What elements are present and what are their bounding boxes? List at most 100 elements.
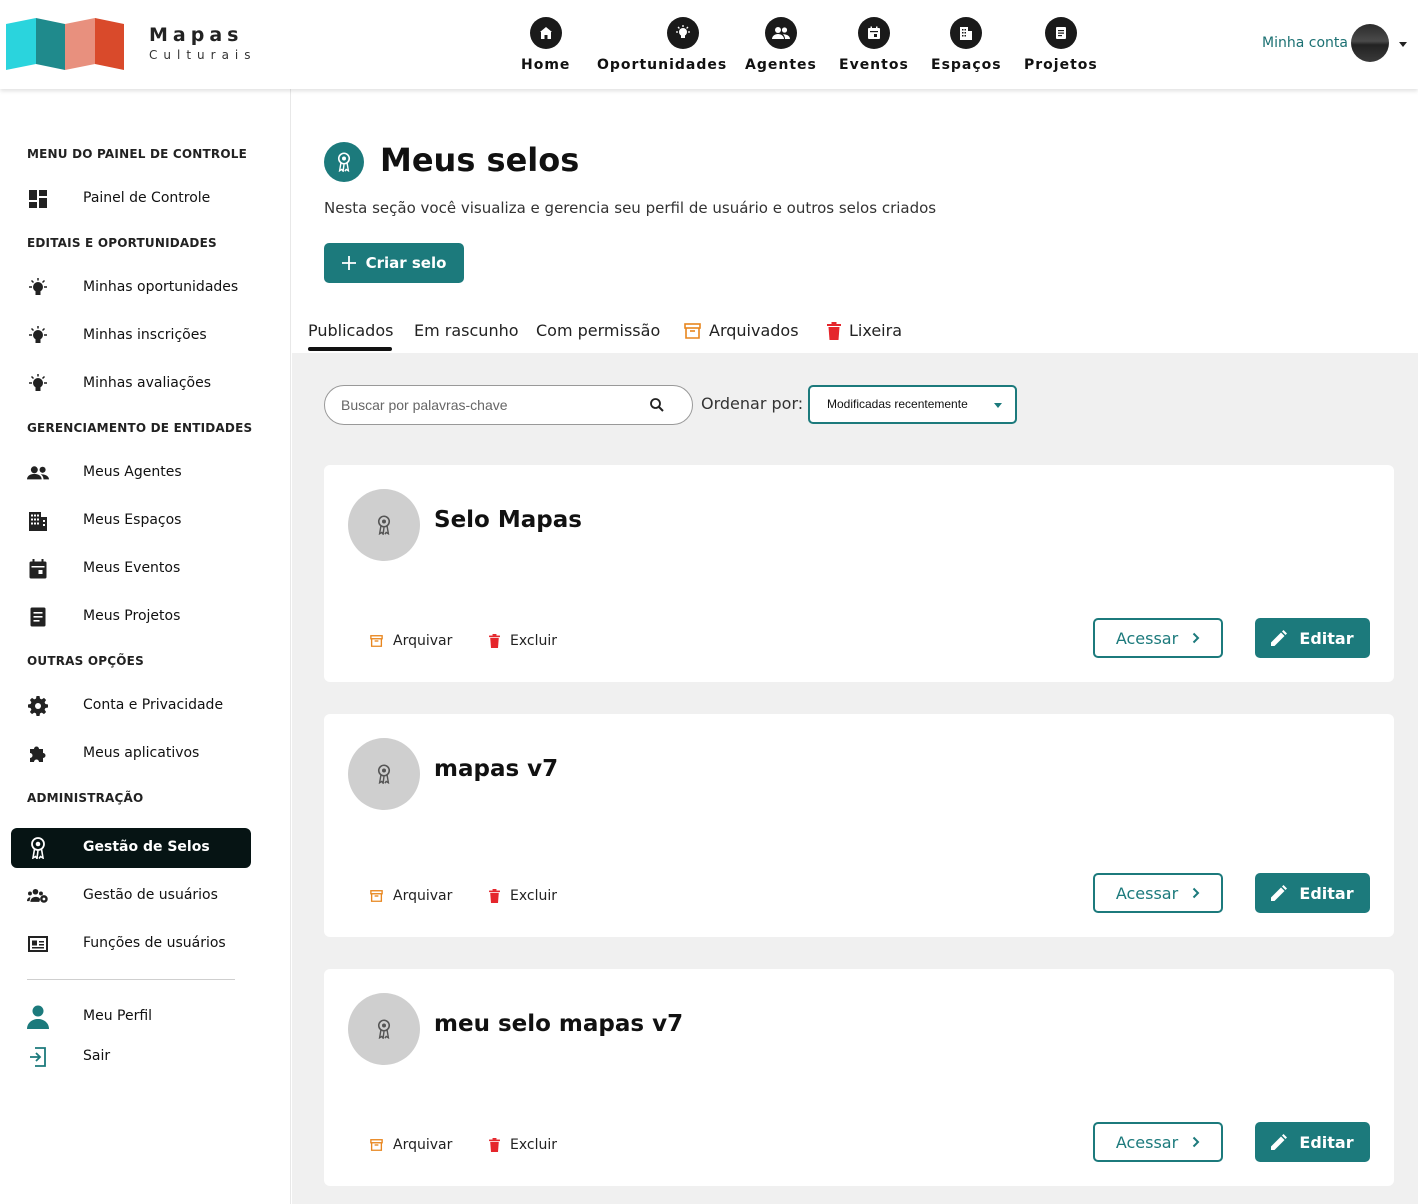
- delete-button[interactable]: Excluir: [489, 1137, 557, 1153]
- sidebar-item-conta[interactable]: Conta e Privacidade: [11, 686, 251, 726]
- pencil-icon: [1271, 1134, 1288, 1150]
- trash-icon: [489, 889, 500, 903]
- nav-home[interactable]: Home: [521, 17, 570, 77]
- sidebar-item-label: Meu Perfil: [83, 1008, 153, 1024]
- brand-subtitle: Culturais: [149, 48, 257, 62]
- create-seal-button[interactable]: Criar selo: [324, 243, 464, 283]
- sidebar-item-painel[interactable]: Painel de Controle: [11, 179, 251, 219]
- sidebar-item-eventos[interactable]: Meus Eventos: [11, 549, 251, 589]
- seal-name[interactable]: meu selo mapas v7: [434, 1011, 683, 1037]
- sidebar-section-title: GERENCIAMENTO DE ENTIDADES: [27, 421, 253, 435]
- tab-publicados[interactable]: Publicados: [308, 321, 393, 340]
- nav-eventos-label: Eventos: [839, 57, 909, 73]
- sidebar-section-title: EDITAIS E OPORTUNIDADES: [27, 236, 217, 250]
- tab-arquivados[interactable]: Arquivados: [684, 321, 799, 340]
- sidebar-item-selos[interactable]: Gestão de Selos: [11, 828, 251, 868]
- sidebar-item-perfil[interactable]: Meu Perfil: [11, 997, 251, 1037]
- sidebar-item-oportunidades[interactable]: Minhas oportunidades: [11, 268, 251, 308]
- delete-label: Excluir: [510, 888, 557, 904]
- search-icon[interactable]: [649, 397, 665, 413]
- building-icon: [27, 510, 49, 532]
- content-area: Ordenar por: Modificadas recentemente Se…: [292, 353, 1418, 1204]
- trash-icon: [827, 321, 841, 340]
- logout-icon: [27, 1046, 49, 1068]
- nav-agentes[interactable]: Agentes: [745, 17, 817, 77]
- tab-lixeira[interactable]: Lixeira: [827, 321, 902, 340]
- nav-agentes-label: Agentes: [745, 57, 817, 73]
- brand-name: Mapas: [149, 24, 244, 46]
- search-box[interactable]: [324, 385, 693, 425]
- document-icon: [1044, 17, 1077, 49]
- sidebar-section-title: ADMINISTRAÇÃO: [27, 791, 144, 805]
- document-icon: [27, 606, 49, 628]
- nav-eventos[interactable]: Eventos: [839, 17, 909, 77]
- tab-permissao[interactable]: Com permissão: [536, 321, 660, 340]
- sidebar-item-agentes[interactable]: Meus Agentes: [11, 453, 251, 493]
- avatar[interactable]: [1351, 24, 1389, 62]
- page-subtitle: Nesta seção você visualiza e gerencia se…: [324, 199, 937, 217]
- order-label: Ordenar por:: [701, 394, 804, 413]
- pencil-icon: [1271, 885, 1288, 901]
- chevron-down-icon[interactable]: [1399, 42, 1407, 47]
- lightbulb-icon: [27, 277, 49, 299]
- sidebar-item-projetos[interactable]: Meus Projetos: [11, 597, 251, 637]
- sidebar-item-espacos[interactable]: Meus Espaços: [11, 501, 251, 541]
- sidebar-item-label: Minhas avaliações: [83, 375, 212, 391]
- seal-name[interactable]: Selo Mapas: [434, 507, 582, 533]
- sidebar-item-label: Painel de Controle: [83, 190, 211, 206]
- tab-rascunho[interactable]: Em rascunho: [414, 321, 519, 340]
- search-input[interactable]: [341, 395, 641, 415]
- lightbulb-icon: [27, 373, 49, 395]
- logo-mark: [6, 18, 124, 70]
- delete-button[interactable]: Excluir: [489, 888, 557, 904]
- brand-logo[interactable]: Mapas Culturais: [6, 18, 256, 70]
- sidebar-section-title: MENU DO PAINEL DE CONTROLE: [27, 147, 248, 161]
- nav-oportunidades-label: Oportunidades: [597, 57, 728, 73]
- archive-button[interactable]: Arquivar: [370, 633, 452, 649]
- sidebar-divider: [27, 979, 235, 980]
- access-button[interactable]: Acessar: [1093, 873, 1223, 913]
- sidebar-section-title: OUTRAS OPÇÕES: [27, 654, 144, 668]
- sidebar-item-label: Funções de usuários: [83, 935, 226, 951]
- seal-icon: [324, 142, 364, 182]
- edit-button[interactable]: Editar: [1255, 1122, 1370, 1162]
- tab-lixeira-label: Lixeira: [849, 321, 903, 340]
- sidebar-item-inscricoes[interactable]: Minhas inscrições: [11, 316, 251, 356]
- access-button[interactable]: Acessar: [1093, 1122, 1223, 1162]
- archive-button[interactable]: Arquivar: [370, 1137, 452, 1153]
- nav-oportunidades[interactable]: Oportunidades: [597, 17, 727, 77]
- order-select-value: Modificadas recentemente: [827, 397, 968, 411]
- archive-button[interactable]: Arquivar: [370, 888, 452, 904]
- lightbulb-icon: [667, 17, 700, 49]
- account-menu-label[interactable]: Minha conta: [1262, 35, 1348, 51]
- sidebar-item-label: Meus Projetos: [83, 608, 181, 624]
- archive-label: Arquivar: [393, 1137, 453, 1153]
- chevron-down-icon: [994, 403, 1002, 408]
- seal-avatar: [348, 489, 420, 561]
- seal-name[interactable]: mapas v7: [434, 756, 558, 782]
- seal-avatar: [348, 738, 420, 810]
- order-select[interactable]: Modificadas recentemente: [808, 385, 1017, 424]
- top-header: Mapas Culturais Home Oportunidades Agent…: [0, 0, 1418, 89]
- main-area: Meus selos Nesta seção você visualiza e …: [292, 89, 1418, 1204]
- chevron-right-icon: [1192, 632, 1200, 644]
- sidebar-item-funcoes[interactable]: Funções de usuários: [11, 924, 251, 964]
- building-icon: [950, 17, 983, 49]
- person-icon: [27, 1005, 49, 1029]
- sidebar-item-usuarios[interactable]: Gestão de usuários: [11, 876, 251, 916]
- edit-button[interactable]: Editar: [1255, 618, 1370, 658]
- edit-button[interactable]: Editar: [1255, 873, 1370, 913]
- sidebar-item-aplicativos[interactable]: Meus aplicativos: [11, 734, 251, 774]
- access-label: Acessar: [1115, 628, 1179, 648]
- nav-espacos[interactable]: Espaços: [931, 17, 1002, 77]
- nav-projetos-label: Projetos: [1024, 57, 1098, 73]
- sidebar-item-sair[interactable]: Sair: [11, 1037, 251, 1077]
- nav-projetos[interactable]: Projetos: [1024, 17, 1098, 77]
- access-button[interactable]: Acessar: [1093, 618, 1223, 658]
- id-card-icon: [27, 933, 49, 955]
- delete-button[interactable]: Excluir: [489, 633, 557, 649]
- sidebar-item-label: Meus Espaços: [83, 512, 182, 528]
- sidebar-item-avaliacoes[interactable]: Minhas avaliações: [11, 364, 251, 404]
- archive-label: Arquivar: [393, 888, 453, 904]
- dashboard-icon: [27, 188, 49, 210]
